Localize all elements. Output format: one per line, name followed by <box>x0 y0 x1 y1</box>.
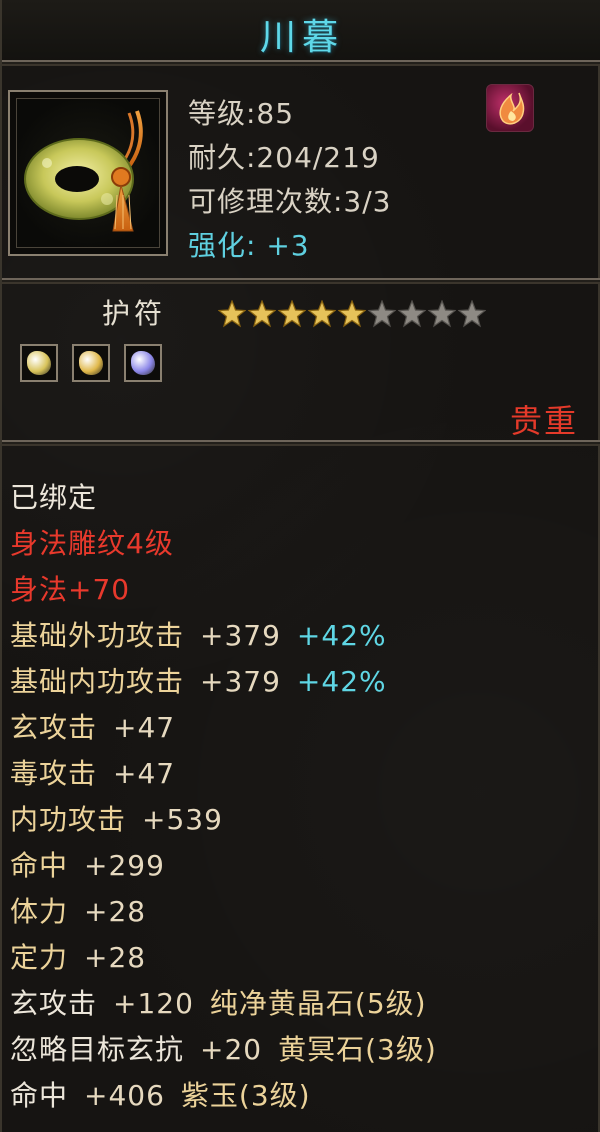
divider <box>2 440 600 446</box>
item-name: 川暮 <box>259 17 344 58</box>
item-repair-count: 可修理次数:3/3 <box>188 185 392 218</box>
item-tooltip: 川暮 等级:85 耐久:204/219 可修理次数:3/3 强化: +3 护符 … <box>0 0 600 1132</box>
attribute-value: +539 <box>142 803 223 836</box>
attribute-label: 身法+70 <box>10 573 131 606</box>
item-type: 护符 <box>102 297 167 330</box>
star-filled-icon <box>218 300 246 328</box>
attribute-row: 毒攻击 +47 <box>10 752 175 792</box>
attribute-label: 基础外功攻击 <box>10 619 185 652</box>
item-rarity: 贵重 <box>509 402 578 440</box>
item-icon-background <box>16 98 160 248</box>
attribute-value: +120 <box>113 987 194 1020</box>
attribute-label: 玄攻击 <box>10 711 98 744</box>
star-filled-icon <box>338 300 366 328</box>
purple-gem-icon <box>131 351 155 375</box>
attribute-row: 基础外功攻击 +379 +42% <box>10 614 387 654</box>
flame-badge-icon <box>486 84 534 132</box>
attribute-row: 体力 +28 <box>10 890 146 930</box>
star-empty-icon <box>398 300 426 328</box>
attribute-bonus: +42% <box>296 619 387 652</box>
gem-slot[interactable] <box>124 344 162 382</box>
attribute-bonus: +42% <box>296 665 387 698</box>
attribute-source-gem: 黄冥石(3级) <box>278 1033 437 1066</box>
attribute-row: 玄攻击 +47 <box>10 706 175 746</box>
attribute-source-gem: 纯净黄晶石(5级) <box>209 987 427 1020</box>
attribute-value: +47 <box>113 711 176 744</box>
attribute-label: 定力 <box>10 941 69 974</box>
gem-slot[interactable] <box>72 344 110 382</box>
attribute-row: 已绑定 <box>10 476 97 516</box>
attribute-row: 定力 +28 <box>10 936 146 976</box>
attribute-value: +28 <box>84 941 147 974</box>
item-enhance-level: 强化: +3 <box>188 229 310 262</box>
divider <box>2 278 600 284</box>
star-empty-icon <box>368 300 396 328</box>
item-level: 等级:85 <box>188 97 295 130</box>
attribute-value: +47 <box>113 757 176 790</box>
attribute-label: 身法雕纹4级 <box>10 527 174 560</box>
gold-gem-icon <box>79 351 103 375</box>
tooltip-title-bar: 川暮 <box>2 0 600 62</box>
attribute-row: 忽略目标玄抗 +20 黄冥石(3级) <box>10 1028 437 1068</box>
item-icon-frame[interactable] <box>8 90 168 256</box>
attribute-label: 玄攻击 <box>10 987 98 1020</box>
gem-slot[interactable] <box>20 344 58 382</box>
attribute-value: +379 <box>200 619 281 652</box>
item-durability: 耐久:204/219 <box>188 141 380 174</box>
star-filled-icon <box>308 300 336 328</box>
star-empty-icon <box>458 300 486 328</box>
attribute-row: 命中 +299 <box>10 844 165 884</box>
attribute-label: 已绑定 <box>10 481 98 514</box>
attribute-label: 命中 <box>10 1079 69 1112</box>
flame-icon <box>499 92 525 125</box>
attribute-value: +299 <box>84 849 165 882</box>
attribute-row: 身法雕纹4级 <box>10 522 174 562</box>
attribute-label: 命中 <box>10 849 69 882</box>
attribute-source-gem: 紫玉(3级) <box>180 1079 311 1112</box>
attribute-row: 玄攻击 +120 纯净黄晶石(5级) <box>10 982 427 1022</box>
attribute-label: 忽略目标玄抗 <box>10 1033 185 1066</box>
attribute-row: 命中 +406 紫玉(3级) <box>10 1074 311 1114</box>
attribute-row: 内功攻击 +539 <box>10 798 223 838</box>
attribute-row: 基础内功攻击 +379 +42% <box>10 660 387 700</box>
star-filled-icon <box>248 300 276 328</box>
attribute-value: +406 <box>84 1079 165 1112</box>
attribute-value: +20 <box>200 1033 263 1066</box>
attribute-label: 毒攻击 <box>10 757 98 790</box>
attribute-label: 体力 <box>10 895 69 928</box>
jade-ring-amulet-icon <box>24 110 143 232</box>
divider <box>2 60 600 66</box>
attribute-value: +28 <box>84 895 147 928</box>
star-empty-icon <box>428 300 456 328</box>
attribute-row: 身法+70 <box>10 568 130 608</box>
star-filled-icon <box>278 300 306 328</box>
attribute-label: 基础内功攻击 <box>10 665 185 698</box>
attribute-value: +379 <box>200 665 281 698</box>
attribute-label: 内功攻击 <box>10 803 127 836</box>
yellow-gem-icon <box>27 351 51 375</box>
